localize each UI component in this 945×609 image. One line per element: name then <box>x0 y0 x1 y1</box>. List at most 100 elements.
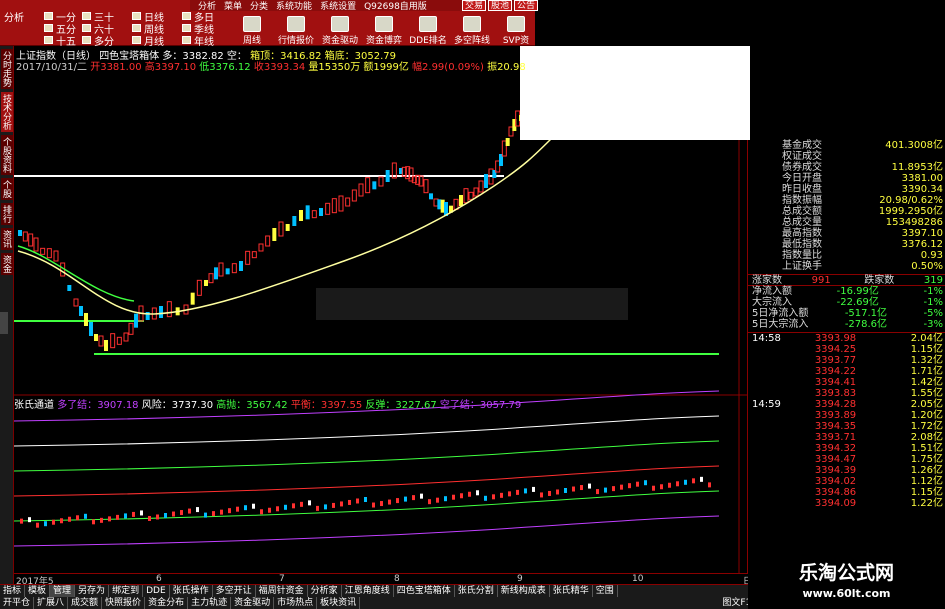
announcement-button[interactable]: 公告 <box>514 0 539 11</box>
tab-row-2: 开平仓 扩展八 成交额 快照报价 资金分布 主力轨迹 资金驱动 市场热点 板块资讯 <box>0 597 760 609</box>
dde-rank-button[interactable]: DDE排名 <box>408 12 448 46</box>
bottom-tab[interactable]: 福周针资金 <box>256 585 308 597</box>
flow-row: 5日净流入额 -517.1亿 -5% <box>748 308 945 319</box>
bottom-tab[interactable]: 新线构成表 <box>498 585 550 597</box>
bottom-tab[interactable]: 江恩角度线 <box>342 585 394 597</box>
period-multi-min[interactable]: 多分 <box>82 34 130 48</box>
bottom-tab[interactable]: 分析家 <box>308 585 342 597</box>
collapse-handle[interactable] <box>0 312 8 334</box>
bull-bear-button[interactable]: 多空阵线 <box>452 12 492 46</box>
menu-category[interactable]: 分类 <box>250 0 268 12</box>
stock-pool-button[interactable]: 股池 <box>488 0 513 11</box>
channel-candle <box>356 498 359 504</box>
bottom-tab[interactable]: 开平仓 <box>0 597 35 609</box>
candle <box>166 301 172 318</box>
candle <box>53 250 59 262</box>
candle <box>89 322 93 336</box>
channel-candle <box>20 518 23 524</box>
low-value: 3376.12 <box>209 62 251 73</box>
period-month[interactable]: 月线 <box>132 34 180 48</box>
candle <box>331 198 337 214</box>
tab-news[interactable]: 资讯 <box>1 228 13 250</box>
flow-percent: -1% <box>923 297 943 308</box>
flow-row: 5日大宗流入 -278.6亿 -3% <box>748 319 945 330</box>
tick-volume: 1.15亿 <box>910 487 943 498</box>
list-icon <box>287 16 305 32</box>
stat-label: 指数振幅 <box>782 195 822 206</box>
candle <box>245 250 251 265</box>
quote-button[interactable]: 行情报价 <box>276 12 316 46</box>
channel-band <box>14 490 720 522</box>
channel-candle <box>220 509 223 515</box>
bottom-tab[interactable]: 张氏操作 <box>170 585 213 597</box>
tick-time: 14:58 <box>752 333 781 344</box>
bottom-tab[interactable]: 张氏精华 <box>550 585 593 597</box>
bottom-tab[interactable]: 空围 <box>593 585 618 597</box>
period-15min[interactable]: 十五 <box>44 34 80 48</box>
bottom-tab[interactable]: 扩展八 <box>34 597 69 609</box>
bottom-tab[interactable]: 板块资讯 <box>317 597 361 609</box>
bottom-tab[interactable]: 成交额 <box>68 597 103 609</box>
bottom-tab[interactable]: 绑定到 <box>109 585 144 597</box>
tab-analysis[interactable]: 分析 <box>4 10 42 24</box>
tick-price: 3394.41 <box>814 377 857 388</box>
bottom-tab[interactable]: 主力轨迹 <box>188 597 232 609</box>
bottom-tab[interactable]: 张氏分割 <box>455 585 498 597</box>
bottom-tab[interactable]: 市场热点 <box>274 597 318 609</box>
bottom-tab[interactable]: DDE <box>143 585 170 597</box>
menu-system-function[interactable]: 系统功能 <box>276 0 312 12</box>
candle <box>251 251 257 259</box>
tick-row: 3394.86 1.15亿 <box>748 487 945 498</box>
channel-candle <box>172 511 175 517</box>
candle <box>94 334 98 341</box>
menu-analysis[interactable]: 分析 <box>198 0 216 12</box>
fund-drive-button[interactable]: 资金驱动 <box>320 12 360 46</box>
tick-row: 3394.32 1.51亿 <box>748 443 945 454</box>
tab-profile[interactable]: 个股资料 <box>1 135 13 175</box>
weekly-button[interactable]: 周线 <box>232 12 272 46</box>
bottom-tab[interactable]: 指标 <box>0 585 26 597</box>
candle <box>358 183 364 197</box>
tick-volume: 1.51亿 <box>910 443 943 454</box>
stat-row: 总成交额 1999.2950亿 <box>778 206 945 217</box>
channel-candle <box>508 491 511 497</box>
tab-ranking[interactable]: 排行 <box>1 203 13 225</box>
clock-icon <box>44 36 53 44</box>
candle <box>239 261 243 271</box>
candle <box>463 188 469 204</box>
channel-candle <box>68 516 71 522</box>
tab-intraday[interactable]: 分时走势 <box>1 49 13 89</box>
tick-time <box>748 432 788 443</box>
menu-menu[interactable]: 菜单 <box>224 0 242 12</box>
tick-list: 14:58 3393.98 2.04亿 3394.25 1.15亿 3393.77 1.32… <box>748 332 945 509</box>
candle <box>385 170 390 182</box>
tick-price: 3394.28 <box>814 399 857 410</box>
stat-value: 20.98/0.62% <box>879 195 943 206</box>
trade-button[interactable]: 交易 <box>462 0 487 11</box>
candle <box>484 174 488 188</box>
bottom-tab[interactable]: 资金分布 <box>145 597 189 609</box>
bottom-tab[interactable]: 另存为 <box>75 585 110 597</box>
bottom-tab[interactable]: 管理 <box>50 585 76 597</box>
tick-price: 3394.09 <box>814 498 857 509</box>
candle <box>478 180 484 193</box>
menu-system-settings[interactable]: 系统设置 <box>320 0 356 12</box>
overlay-blank-area <box>520 46 750 140</box>
fund-game-button[interactable]: 资金博弈 <box>364 12 404 46</box>
channel-candle <box>388 499 391 505</box>
channel-candle <box>708 482 711 488</box>
tab-funds[interactable]: 资金 <box>1 253 13 275</box>
bottom-tab[interactable]: 多空开让 <box>213 585 256 597</box>
tab-stock[interactable]: 个股 <box>1 178 13 200</box>
period-year[interactable]: 年线 <box>182 34 226 48</box>
channel-name: 张氏通道 <box>14 400 54 411</box>
svp-button[interactable]: SVP资 <box>496 12 536 46</box>
bottom-tab[interactable]: 模板 <box>25 585 51 597</box>
tab-technical[interactable]: 技术分析 <box>1 92 13 132</box>
tick-row: 3393.89 1.20亿 <box>748 410 945 421</box>
fund-flow-list: 净流入额 -16.99亿 -1% 大宗流入 -22.69亿 -1% 5日净流入额 -517.1… <box>748 285 945 330</box>
bottom-tab[interactable]: 资金驱动 <box>231 597 275 609</box>
bottom-tab[interactable]: 四色宝塔箱体 <box>394 585 455 597</box>
channel-candle <box>628 483 631 489</box>
bottom-tab[interactable]: 快照报价 <box>102 597 146 609</box>
